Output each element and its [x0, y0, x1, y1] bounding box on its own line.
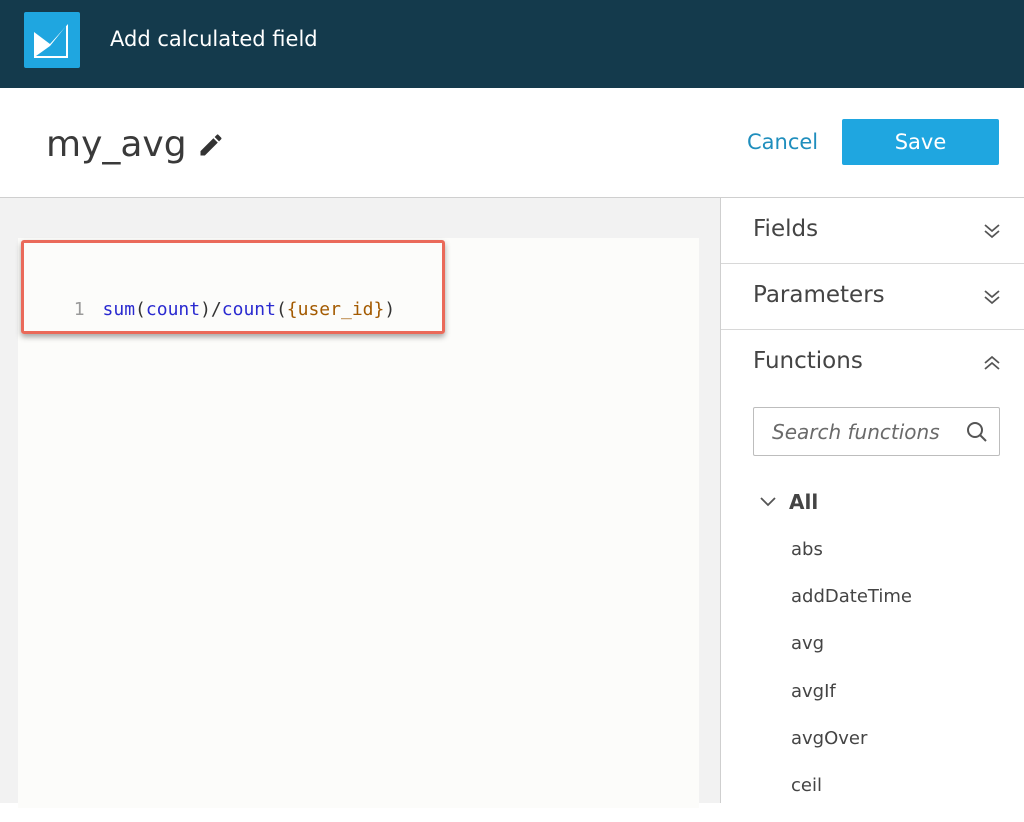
fields-section-title: Fields [753, 216, 819, 242]
functions-section[interactable]: Functions [721, 330, 1024, 395]
code-token-punctuation: )/ [200, 299, 222, 320]
tree-node-all-label: All [789, 490, 819, 514]
code-token-punctuation: ( [135, 299, 146, 320]
sidebar: Fields Parameters Functions All a [720, 198, 1024, 803]
code-token-function: count [221, 299, 276, 320]
save-button[interactable]: Save [842, 119, 999, 165]
functions-section-title: Functions [753, 348, 863, 374]
function-item-ceil[interactable]: ceil [791, 775, 912, 822]
function-list: abs addDateTime avg avgIf avgOver ceil [791, 539, 912, 822]
code-token-function: sum [102, 299, 136, 320]
code-token-function: count [145, 299, 201, 320]
chevron-double-down-icon[interactable] [981, 220, 1003, 242]
field-header: my_avg Cancel Save [0, 88, 1024, 198]
code-token-punctuation: ( [275, 299, 287, 320]
parameters-section[interactable]: Parameters [721, 264, 1024, 330]
quicksight-logo-icon [24, 12, 80, 68]
parameters-section-title: Parameters [753, 282, 885, 308]
function-item-adddatetime[interactable]: addDateTime [791, 586, 912, 633]
function-item-avg[interactable]: avg [791, 633, 912, 680]
search-functions-box[interactable] [753, 407, 1000, 456]
tree-node-all[interactable]: All [759, 490, 818, 514]
pencil-icon[interactable] [197, 131, 225, 159]
code-token-punctuation: ) [384, 299, 396, 320]
chevron-double-down-icon[interactable] [981, 286, 1003, 308]
line-number: 1 [73, 299, 85, 320]
search-functions-input[interactable] [754, 408, 974, 455]
code-token-field: {user_id} [286, 299, 385, 320]
code-line[interactable]: 1 sum(count)/count({user_id}) [52, 278, 396, 320]
chevron-down-icon[interactable] [759, 496, 777, 508]
calculated-field-name: my_avg [46, 124, 187, 165]
search-icon[interactable] [965, 420, 989, 444]
top-bar: Add calculated field [0, 0, 1024, 88]
fields-section[interactable]: Fields [721, 198, 1024, 264]
window-title: Add calculated field [110, 27, 318, 51]
chevron-double-up-icon[interactable] [981, 352, 1003, 374]
function-item-avgif[interactable]: avgIf [791, 681, 912, 728]
function-item-abs[interactable]: abs [791, 539, 912, 586]
cancel-button[interactable]: Cancel [747, 130, 818, 154]
function-item-avgover[interactable]: avgOver [791, 728, 912, 775]
